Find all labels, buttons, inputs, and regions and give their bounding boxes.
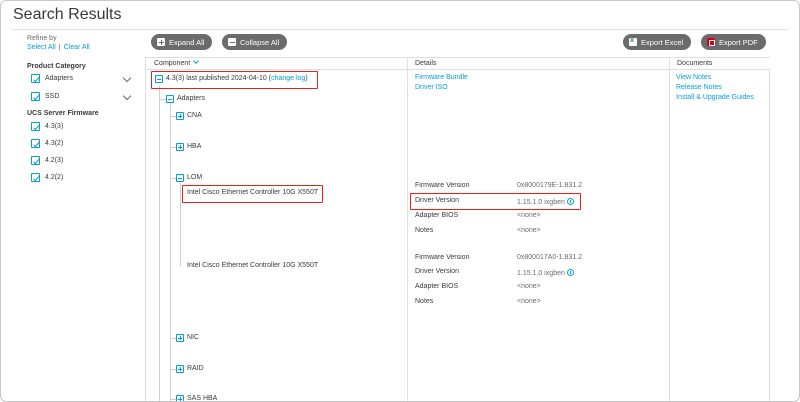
column-divider: [407, 57, 408, 401]
clear-all-link[interactable]: Clear All: [64, 44, 90, 51]
tree-leaf-lom-item-2[interactable]: Intel Cisco Ethernet Controller 10G X550…: [187, 262, 318, 269]
select-clear-row: Select All | Clear All: [27, 44, 90, 51]
driver-iso-link[interactable]: Driver ISO: [415, 84, 448, 91]
filter-label: SSD: [45, 93, 60, 100]
checkbox-icon[interactable]: [31, 139, 40, 148]
filter-fw-432[interactable]: 4.3(2): [31, 139, 63, 148]
export-pdf-button[interactable]: Export PDF: [701, 34, 766, 50]
checkbox-icon[interactable]: [31, 74, 40, 83]
filter-fw-423[interactable]: 4.2(3): [31, 156, 63, 165]
header-label: Component: [154, 60, 191, 67]
product-category-heading: Product Category: [27, 63, 86, 70]
link-separator: |: [58, 44, 61, 51]
expand-all-button[interactable]: Expand All: [151, 34, 213, 50]
filter-fw-422[interactable]: 4.2(2): [31, 173, 63, 182]
select-all-link[interactable]: Select All: [27, 44, 56, 51]
tree-connector: [180, 182, 181, 266]
tree-node-raid[interactable]: RAID: [187, 365, 204, 372]
detail-value: <none>: [517, 212, 541, 219]
detail-label: Adapter BIOS: [415, 283, 459, 290]
minus-icon: [228, 38, 236, 46]
column-divider: [669, 57, 670, 401]
detail-value: 0x800017A0-1.831.2: [517, 254, 582, 261]
detail-value: <none>: [517, 283, 541, 290]
firmware-heading: UCS Server Firmware: [27, 110, 99, 117]
refine-by-label: Refine by: [27, 35, 57, 42]
checkbox-icon[interactable]: [31, 122, 40, 131]
chevron-down-icon[interactable]: [122, 91, 132, 101]
expand-toggle-icon[interactable]: [176, 395, 184, 401]
column-header-details: Details: [407, 57, 669, 70]
tree-connector: [159, 99, 166, 100]
detail-value: 1.15.1.0 ixgben: [517, 270, 565, 277]
tree-node-hba[interactable]: HBA: [187, 143, 201, 150]
tree-node-sas-hba[interactable]: SAS HBA: [187, 395, 217, 401]
filter-ssd[interactable]: SSD: [31, 92, 59, 101]
column-header-component[interactable]: Component: [146, 57, 407, 70]
detail-label: Firmware Version: [415, 254, 470, 261]
detail-label: Adapter BIOS: [415, 212, 459, 219]
expand-toggle-icon[interactable]: [176, 365, 184, 373]
install-guides-link[interactable]: Install & Upgrade Guides: [676, 94, 754, 101]
tree-node-cna[interactable]: CNA: [187, 112, 202, 119]
excel-icon: [629, 37, 637, 46]
title-divider: [13, 29, 787, 30]
release-notes-link[interactable]: Release Notes: [676, 84, 722, 91]
export-pdf-label: Export PDF: [719, 37, 758, 47]
pdf-icon: [707, 38, 715, 46]
export-excel-button[interactable]: Export Excel: [623, 34, 692, 50]
filter-label: 4.3(2): [45, 140, 64, 147]
chevron-down-icon[interactable]: [122, 73, 132, 83]
detail-value: <none>: [517, 227, 541, 234]
expand-all-label: Expand All: [169, 37, 205, 47]
collapse-toggle-icon[interactable]: [176, 174, 184, 182]
column-header-documents: Documents: [669, 57, 770, 70]
checkbox-icon[interactable]: [31, 92, 40, 101]
collapse-toggle-icon[interactable]: [166, 95, 174, 103]
checkbox-icon[interactable]: [31, 173, 40, 182]
firmware-bundle-link[interactable]: Firmware Bundle: [415, 74, 468, 81]
filter-adapters[interactable]: Adapters: [31, 74, 73, 83]
tree-node-lom[interactable]: LOM: [187, 174, 202, 181]
detail-label: Notes: [415, 227, 434, 234]
filter-label: 4.3(3): [45, 123, 64, 130]
tree-node-nic[interactable]: NIC: [187, 334, 199, 341]
tree-connector: [159, 86, 160, 401]
collapse-all-label: Collapse All: [240, 37, 280, 47]
detail-label: Driver Version: [415, 268, 459, 275]
detail-value: 0x8000179E-1.831.2: [517, 182, 582, 189]
tree-node-adapters[interactable]: Adapters: [177, 95, 205, 102]
view-notes-link[interactable]: View Notes: [676, 74, 711, 81]
search-results-window: Search Results Refine by Select All | Clea…: [0, 0, 800, 402]
sort-chevron-icon[interactable]: [193, 58, 200, 64]
filter-label: 4.2(3): [45, 157, 64, 164]
collapse-all-button[interactable]: Collapse All: [222, 34, 288, 50]
expand-toggle-icon[interactable]: [176, 112, 184, 120]
export-excel-label: Export Excel: [641, 37, 684, 47]
detail-label: Notes: [415, 298, 434, 305]
highlight-controller-box: [182, 185, 323, 203]
filter-label: Adapters: [45, 75, 74, 82]
expand-toggle-icon[interactable]: [176, 334, 184, 342]
highlight-release-box: [151, 71, 318, 89]
filter-fw-433[interactable]: 4.3(3): [31, 122, 63, 131]
header-label: Documents: [677, 60, 713, 67]
filter-label: 4.2(2): [45, 174, 64, 181]
detail-value: <none>: [517, 298, 541, 305]
highlight-driver-box: [410, 193, 581, 210]
page-title: Search Results: [13, 6, 122, 23]
driver-version-value: 1.15.1.0 ixgben: [517, 268, 574, 277]
expand-toggle-icon[interactable]: [176, 143, 184, 151]
checkbox-icon[interactable]: [31, 156, 40, 165]
plus-icon: [157, 38, 165, 46]
results-table: Component Details Documents 4.3(3) last …: [145, 57, 770, 401]
header-label: Details: [415, 60, 437, 67]
detail-label: Firmware Version: [415, 182, 470, 189]
info-icon[interactable]: [566, 269, 574, 276]
